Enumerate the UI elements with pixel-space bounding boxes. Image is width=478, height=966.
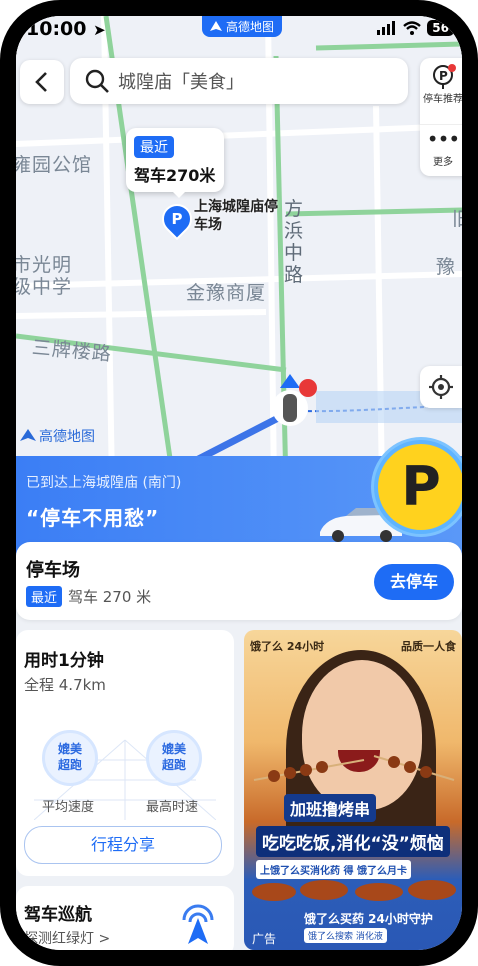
brand-icon: [210, 21, 222, 31]
cruise-title: 驾车巡航: [24, 905, 92, 925]
svg-text:P: P: [439, 69, 448, 83]
ad-footer: 饿了么买药 24小时守护: [304, 912, 433, 926]
arrival-subtitle: 已到达上海城隍庙 (南门): [26, 475, 182, 491]
map-label-yu: 豫: [436, 256, 457, 278]
parking-card[interactable]: 停车场 最近 驾车 270 米 去停车: [16, 542, 462, 620]
max-speed-badge: 媲美 超跑: [146, 730, 202, 786]
ad-banner[interactable]: 饿了么 24小时 品质一人食 加班撸烤串 吃吃吃饭,消化“没”烦恼 上饿了么买消…: [244, 630, 462, 950]
radar-icon: [182, 904, 214, 944]
ad-headline-1: 加班撸烤串: [284, 794, 377, 822]
max-speed-label: 最高时速: [146, 800, 199, 815]
battery-icon: 56: [427, 20, 454, 36]
bubble-distance: 驾车270米: [134, 166, 216, 185]
go-park-button[interactable]: 去停车: [374, 564, 454, 600]
search-query: 城隍庙「美食」: [118, 72, 244, 93]
map-label-school: 市光明 级中学: [16, 254, 73, 298]
bubble-tail: [171, 190, 187, 198]
nearest-badge: 最近: [134, 136, 174, 158]
map-label-jiu: 旧: [452, 204, 462, 231]
cruise-card[interactable]: 驾车巡航 探测红绿灯 >: [16, 886, 234, 950]
more-button[interactable]: ••• 更多: [420, 124, 462, 168]
ad-headline-2: 吃吃吃饭,消化“没”烦恼: [256, 826, 450, 857]
map-label-block: 金豫商厦: [186, 282, 267, 304]
avg-speed-badge: 媲美 超跑: [42, 730, 98, 786]
parking-p-icon: P: [374, 440, 462, 534]
parking-distance: 驾车 270 米: [68, 588, 152, 606]
wifi-icon: [403, 21, 422, 35]
arrival-title: “停车不用愁”: [26, 506, 160, 530]
back-arrow-icon: [35, 72, 47, 92]
phone-frame: 雍园公馆 市光明 级中学 金豫商厦 三牌楼路 方 浜 中 路 豫 旧 最近 驾车…: [0, 0, 478, 966]
ad-label: 广告: [252, 932, 277, 946]
status-icons: 56: [377, 20, 454, 36]
status-bar: 10:00 ➤ 高德地图 56: [16, 16, 462, 44]
ad-brand-right: 品质一人食: [401, 640, 456, 653]
skewer-illustration: [253, 755, 455, 782]
map-label-park: 雍园公馆: [16, 154, 93, 176]
back-button[interactable]: [20, 60, 64, 104]
parking-card-title: 停车场: [26, 560, 80, 581]
locate-icon: [429, 375, 453, 399]
cruise-subtitle[interactable]: 探测红绿灯 >: [24, 928, 110, 948]
trip-distance: 全程 4.7km: [24, 676, 106, 694]
map-logo: 高德地图: [20, 426, 95, 446]
bbq-food-illustration: [252, 880, 456, 901]
parking-recommend-button[interactable]: P 停车推荐: [420, 64, 462, 105]
trip-card[interactable]: 用时1分钟 全程 4.7km 媲美 超跑 媲美 超跑 平均速度 最高时速 行程分…: [16, 630, 234, 876]
ad-footer-search: 饿了么搜索 消化液: [304, 928, 387, 943]
side-panel: P 停车推荐 ••• 更多: [420, 58, 462, 176]
map-label-fangbang-road: 方 浜 中 路: [284, 198, 305, 286]
amap-logo-icon: [20, 429, 36, 441]
signal-icon: [377, 21, 396, 35]
clock: 10:00 ➤: [26, 18, 106, 40]
parking-pin-icon: P: [433, 64, 456, 89]
parking-bubble[interactable]: 最近 驾车270米: [126, 128, 224, 192]
trip-share-button[interactable]: 行程分享: [24, 826, 222, 864]
parking-recommend-label: 停车推荐: [423, 94, 462, 105]
more-dots-icon: •••: [426, 127, 460, 151]
parking-marker-label: 上海城隍庙停 车场: [194, 199, 278, 233]
brand-tag: 高德地图: [202, 16, 283, 37]
trip-duration: 用时1分钟: [24, 651, 104, 671]
ad-brand-left: 饿了么 24小时: [250, 640, 325, 653]
parking-nearest-badge: 最近: [26, 586, 63, 607]
search-icon: [85, 69, 109, 93]
more-label: 更多: [433, 157, 453, 168]
map-logo-text: 高德地图: [39, 429, 95, 445]
search-bar[interactable]: 城隍庙「美食」: [70, 58, 408, 104]
locate-button[interactable]: [420, 366, 462, 408]
screen: 雍园公馆 市光明 级中学 金豫商厦 三牌楼路 方 浜 中 路 豫 旧 最近 驾车…: [16, 16, 462, 950]
avg-speed-label: 平均速度: [42, 800, 95, 815]
